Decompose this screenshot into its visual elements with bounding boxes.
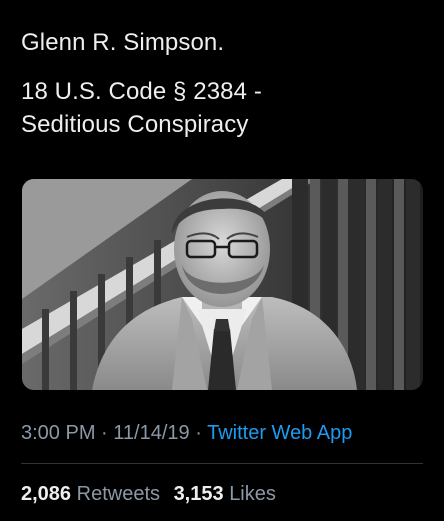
likes-label: Likes [229,483,276,505]
separator-dot: · [101,422,108,444]
tweet-timestamp: 3:00 PM · 11/14/19 · Twitter Web App [21,420,352,446]
separator-dot: · [195,422,202,444]
retweets-stat[interactable]: 2,086 Retweets [21,483,160,505]
tweet-time: 3:00 PM [21,422,96,444]
tweet-date[interactable]: 11/14/19 [113,422,189,444]
tweet: Glenn R. Simpson. 18 U.S. Code § 2384 - … [0,0,444,521]
tweet-source-link[interactable]: Twitter Web App [207,422,352,444]
divider [21,463,423,464]
tweet-photo[interactable] [22,179,423,390]
tweet-text-line-statute: 18 U.S. Code § 2384 - [21,78,262,105]
retweets-count: 2,086 [21,483,72,505]
retweets-label: Retweets [76,483,160,505]
likes-count: 3,153 [173,483,224,505]
likes-stat[interactable]: 3,153 Likes [174,483,276,505]
tweet-text-line-name: Glenn R. Simpson. [21,29,225,56]
tweet-stats: 2,086 Retweets 3,153 Likes [21,481,284,507]
tweet-text: Glenn R. Simpson. 18 U.S. Code § 2384 - … [21,26,421,141]
photo-of-man-in-suit-icon [22,179,423,390]
tweet-text-line-title: Seditious Conspiracy [21,111,249,138]
